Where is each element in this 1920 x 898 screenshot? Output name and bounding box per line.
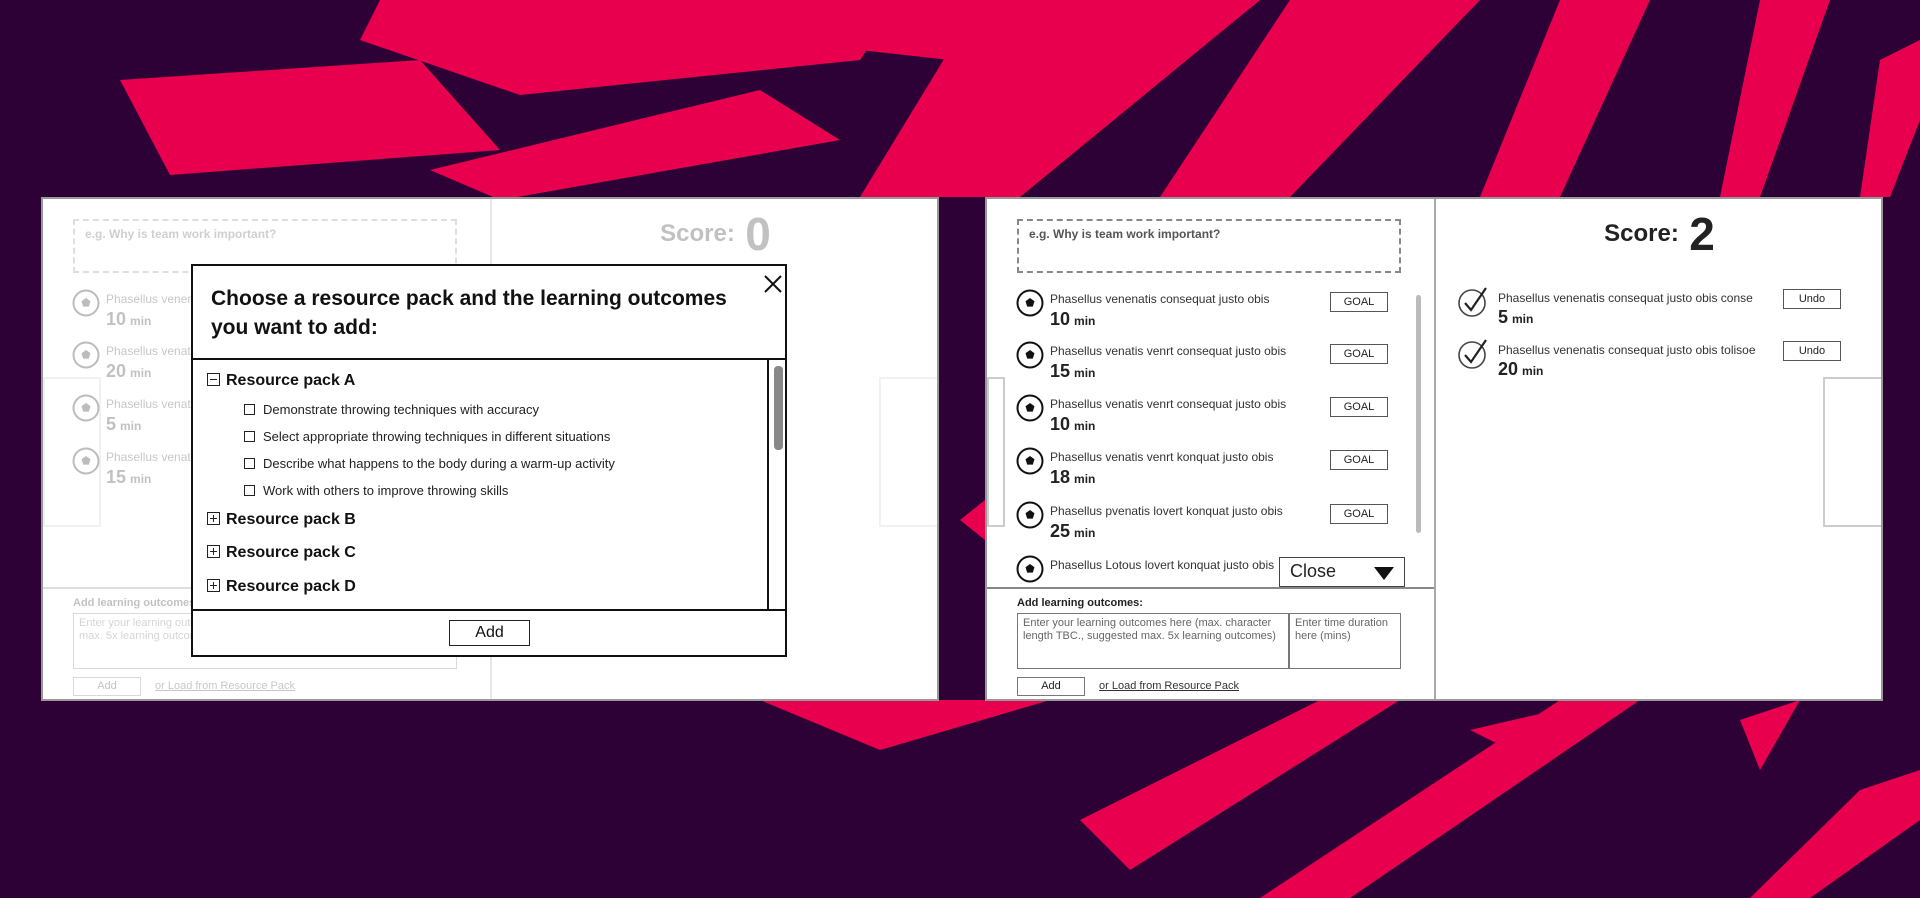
add-button[interactable]: Add [73, 677, 141, 696]
score-label: Score: [660, 220, 735, 247]
item-duration: 20 min [106, 361, 152, 381]
pitch-marking [1823, 377, 1881, 527]
close-dropdown-label: Close [1290, 561, 1337, 581]
goal-button[interactable]: GOAL [1330, 397, 1388, 417]
add-outcomes-label: Add learning outcomes: [73, 597, 199, 609]
score-value: 2 [1689, 208, 1715, 260]
add-outcomes-footer: Add learning outcomes: Enter your learni… [987, 587, 1434, 699]
close-dropdown[interactable]: Close [1279, 557, 1405, 587]
football-icon [72, 447, 100, 475]
expand-icon[interactable] [207, 579, 220, 592]
resource-pack-modal: Choose a resource pack and the learning … [191, 264, 787, 657]
duration-input[interactable]: Enter time duration here (mins) [1289, 613, 1401, 669]
close-icon[interactable] [761, 272, 785, 296]
item-duration: 10 min [106, 309, 152, 329]
outcomes-textarea[interactable]: Enter your learning outcomes here (max. … [1017, 613, 1289, 669]
check-circle-icon [1458, 287, 1487, 317]
completed-item: Phasellus venenatis consequat justo obis… [1456, 285, 1866, 335]
item-text: Phasellus venenatis consequat justo obis [1050, 292, 1270, 306]
item-duration: 25 min [1050, 521, 1096, 541]
completed-item: Phasellus venenatis consequat justo obis… [1456, 337, 1866, 387]
item-text: Phasellus venatis [106, 397, 200, 411]
football-icon [72, 289, 100, 317]
checkbox[interactable] [244, 485, 255, 496]
goal-button[interactable]: GOAL [1330, 344, 1388, 364]
checkbox[interactable] [244, 431, 255, 442]
score: Score: 0 [492, 207, 937, 261]
pitch-marking [879, 377, 937, 527]
load-resource-pack-link[interactable]: or Load from Resource Pack [155, 680, 295, 692]
add-outcomes-label: Add learning outcomes: [1017, 597, 1143, 609]
item-duration: 18 min [1050, 467, 1096, 487]
right-screen: e.g. Why is team work important? Score: … [985, 197, 1883, 701]
score-label: Score: [1604, 220, 1679, 247]
resource-pack-a[interactable]: Resource pack A [207, 372, 355, 390]
undo-button[interactable]: Undo [1783, 341, 1841, 361]
item-text: Phasellus venatis [106, 344, 200, 358]
completed-text: Phasellus venenatis consequat justo obis… [1498, 343, 1756, 357]
item-duration: 15 min [106, 467, 152, 487]
check-circle-icon [1458, 339, 1487, 369]
resource-pack-d[interactable]: Resource pack D [207, 578, 356, 596]
load-resource-pack-link[interactable]: or Load from Resource Pack [1099, 680, 1239, 692]
item-text: Phasellus venatis [106, 450, 200, 464]
scrollbar-thumb[interactable] [774, 366, 783, 450]
checkbox[interactable] [244, 404, 255, 415]
divider [1434, 199, 1436, 699]
list-item: Phasellus pvenatis lovert konquat justo … [1016, 501, 1426, 551]
resource-pack-b[interactable]: Resource pack B [207, 511, 356, 529]
item-text: Phasellus venatis venrt consequat justo … [1050, 344, 1287, 358]
football-icon [1016, 341, 1044, 369]
score: Score: 2 [1436, 207, 1881, 261]
list-item: Phasellus venatis venrt consequat justo … [1016, 394, 1426, 444]
item-duration: 10 min [1050, 414, 1096, 434]
undo-button[interactable]: Undo [1783, 289, 1841, 309]
chevron-down-icon [1374, 567, 1394, 580]
football-icon [1016, 501, 1044, 529]
modal-add-button[interactable]: Add [449, 620, 530, 646]
outcome-option[interactable]: Demonstrate throwing techniques with acc… [244, 402, 539, 417]
scrollbar[interactable] [1416, 295, 1421, 533]
football-icon [72, 341, 100, 369]
resource-pack-c[interactable]: Resource pack C [207, 544, 356, 562]
football-icon [1016, 447, 1044, 475]
scrollbar-track [767, 360, 769, 609]
goal-button[interactable]: GOAL [1330, 450, 1388, 470]
outcome-option[interactable]: Describe what happens to the body during… [244, 456, 615, 471]
item-duration: 5 min [106, 414, 142, 434]
collapse-icon[interactable] [207, 373, 220, 386]
list-item: Phasellus venatis venrt konquat justo ob… [1016, 447, 1426, 497]
add-button[interactable]: Add [1017, 677, 1085, 696]
expand-icon[interactable] [207, 545, 220, 558]
football-icon [72, 394, 100, 422]
item-text: Phasellus pvenatis lovert konquat justo … [1050, 504, 1283, 518]
outcome-option[interactable]: Select appropriate throwing techniques i… [244, 429, 610, 444]
item-text: Phasellus venatis venrt konquat justo ob… [1050, 450, 1274, 464]
football-icon [1016, 555, 1044, 583]
expand-icon[interactable] [207, 512, 220, 525]
completed-duration: 5 min [1498, 307, 1534, 327]
football-icon [1016, 289, 1044, 317]
goal-list: Phasellus venenatis consequat justo obis… [987, 287, 1434, 587]
goal-button[interactable]: GOAL [1330, 292, 1388, 312]
item-duration: 10 min [1050, 309, 1096, 329]
list-item: Phasellus venenatis consequat justo obis… [1016, 289, 1426, 339]
outcome-option[interactable]: Work with others to improve throwing ski… [244, 483, 508, 498]
resource-pack-list: Resource pack A Demonstrate throwing tec… [193, 358, 785, 611]
completed-duration: 20 min [1498, 359, 1544, 379]
list-item: Phasellus venatis venrt consequat justo … [1016, 341, 1426, 391]
goal-button[interactable]: GOAL [1330, 504, 1388, 524]
checkbox[interactable] [244, 458, 255, 469]
question-input[interactable]: e.g. Why is team work important? [1017, 219, 1401, 273]
item-text: Phasellus venatis venrt consequat justo … [1050, 397, 1287, 411]
completed-text: Phasellus venenatis consequat justo obis… [1498, 291, 1753, 305]
score-value: 0 [745, 208, 771, 260]
item-text: Phasellus Lotous lovert konquat justo ob… [1050, 558, 1275, 572]
modal-title: Choose a resource pack and the learning … [211, 287, 727, 339]
football-icon [1016, 394, 1044, 422]
item-duration: 15 min [1050, 361, 1096, 381]
